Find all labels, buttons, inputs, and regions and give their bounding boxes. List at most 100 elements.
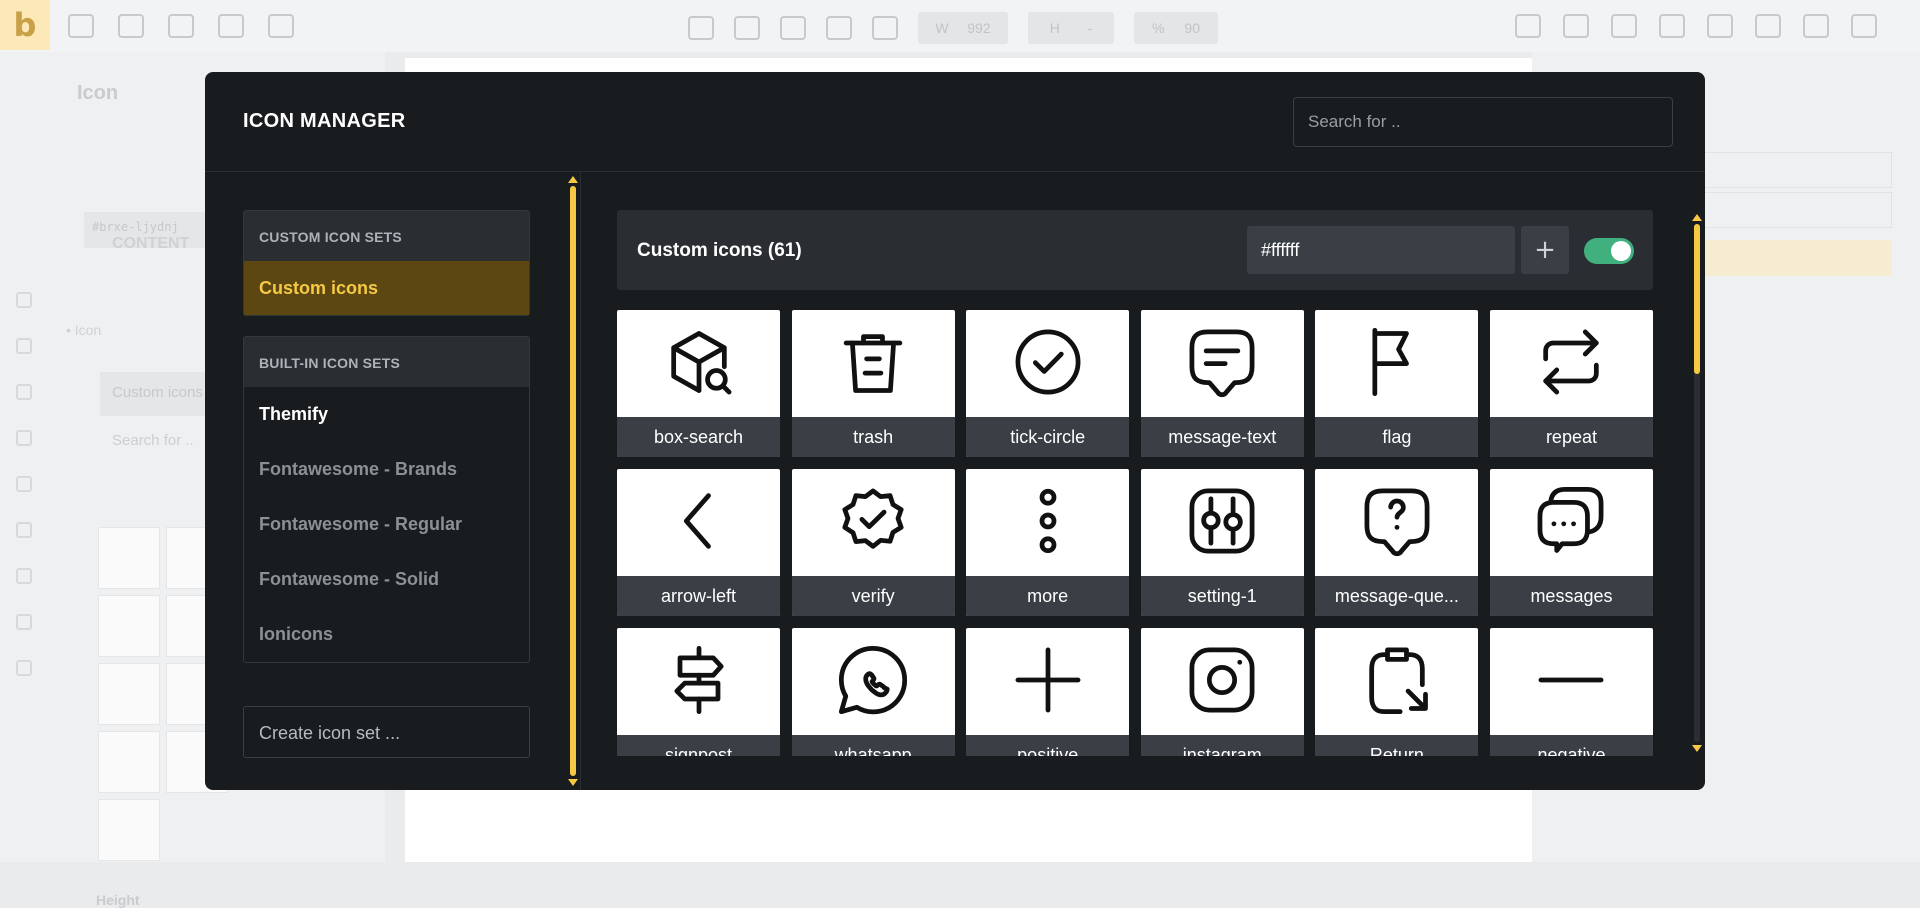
rail-icon[interactable] xyxy=(16,522,32,538)
icon-tile[interactable] xyxy=(98,731,160,793)
sidebar-scrollbar[interactable] xyxy=(568,172,578,790)
icon-tile-setting-1[interactable]: setting-1 xyxy=(1140,469,1304,616)
icon-control-label-text: Icon xyxy=(74,322,102,338)
zoom-field[interactable]: % 90 xyxy=(1134,12,1218,44)
rail-icon[interactable] xyxy=(16,384,32,400)
scroll-up-arrow[interactable] xyxy=(568,176,578,183)
icon-tile-messages[interactable]: messages xyxy=(1489,469,1653,616)
rail-icon[interactable] xyxy=(16,338,32,354)
panel-rail xyxy=(16,292,32,676)
icon-tile-arrow-left[interactable]: arrow-left xyxy=(617,469,780,616)
tablet-icon[interactable] xyxy=(826,16,852,40)
icon-grid: box-search trash tick-circle message-tex… xyxy=(617,310,1653,756)
sidebar-item-fontawesome-solid[interactable]: Fontawesome - Solid xyxy=(244,552,529,607)
app-logo[interactable]: b xyxy=(0,0,50,50)
icon-grid-scrollbar[interactable] xyxy=(1691,210,1703,756)
icon-tile-message-question[interactable]: message-que... xyxy=(1315,469,1479,616)
divider xyxy=(580,172,581,790)
height-label: H xyxy=(1049,20,1060,36)
icon-tile-whatsapp[interactable]: whatsapp xyxy=(791,628,955,756)
scrollbar-thumb[interactable] xyxy=(570,186,576,776)
icon-tile[interactable] xyxy=(98,799,160,861)
sidebar-item-ionicons[interactable]: Ionicons xyxy=(244,607,529,662)
icon-tile-positive[interactable]: positive xyxy=(966,628,1130,756)
rail-icon[interactable] xyxy=(16,568,32,584)
tablet-landscape-icon[interactable] xyxy=(780,16,806,40)
redo-icon[interactable] xyxy=(1563,14,1589,38)
history-icon[interactable] xyxy=(1611,14,1637,38)
sidebar-item-custom-icons[interactable]: Custom icons xyxy=(244,261,529,315)
add-icon[interactable] xyxy=(268,14,294,38)
scroll-down-arrow[interactable] xyxy=(1692,745,1702,752)
icon-tile-signpost[interactable]: signpost xyxy=(617,628,780,756)
box-search-icon xyxy=(670,331,731,395)
icon-tile-instagram[interactable]: instagram xyxy=(1140,628,1304,756)
rail-icon[interactable] xyxy=(16,614,32,630)
height-field[interactable]: H- xyxy=(1028,12,1114,44)
icon-label: signpost xyxy=(617,735,780,756)
save-icon[interactable] xyxy=(1851,14,1877,38)
icon-tile-message-text[interactable]: message-text xyxy=(1140,310,1304,457)
edit-icon[interactable] xyxy=(1755,14,1781,38)
wordpress-icon[interactable] xyxy=(1707,14,1733,38)
icon-search-input[interactable] xyxy=(1293,97,1673,147)
icon-tile-flag[interactable]: flag xyxy=(1315,310,1479,457)
icon-tile-return[interactable]: Return xyxy=(1315,628,1479,756)
bullet: • xyxy=(66,322,75,338)
icon-label: verify xyxy=(791,576,955,616)
custom-icon-sets-group: CUSTOM ICON SETS Custom icons xyxy=(243,210,530,316)
undo-icon[interactable] xyxy=(1515,14,1541,38)
layers-icon[interactable] xyxy=(1659,14,1685,38)
icon-tile-verify[interactable]: verify xyxy=(791,469,955,616)
sidebar-item-fontawesome-brands[interactable]: Fontawesome - Brands xyxy=(244,442,529,497)
command-icon[interactable] xyxy=(218,14,244,38)
custom-icon-sets-header: CUSTOM ICON SETS xyxy=(244,211,529,261)
width-field[interactable]: W 992 xyxy=(918,12,1008,44)
content-tab[interactable]: CONTENT xyxy=(112,235,189,253)
icon-label: tick-circle xyxy=(966,417,1130,457)
icon-color-input[interactable]: #ffffff xyxy=(1247,226,1515,274)
return-icon xyxy=(1369,647,1428,715)
icon-tile-box-search[interactable]: box-search xyxy=(617,310,780,457)
create-icon-set-input[interactable]: Create icon set ... xyxy=(243,706,530,758)
scroll-down-arrow[interactable] xyxy=(568,779,578,786)
gear-icon[interactable] xyxy=(168,14,194,38)
icon-tile-repeat[interactable]: repeat xyxy=(1489,310,1653,457)
icon-set-content: Custom icons (61) #ffffff + box-search t… xyxy=(617,210,1653,756)
preview-icon[interactable] xyxy=(1803,14,1829,38)
icon-label: message-text xyxy=(1140,417,1304,457)
icon-tile[interactable] xyxy=(98,595,160,657)
rail-icon[interactable] xyxy=(16,476,32,492)
zoom-label: % xyxy=(1151,20,1165,36)
icon-tile-more[interactable]: more xyxy=(966,469,1130,616)
icon-set-toggle[interactable] xyxy=(1584,238,1634,264)
icon-tile[interactable] xyxy=(98,663,160,725)
minus-icon xyxy=(1539,677,1604,683)
mobile-icon[interactable] xyxy=(872,16,898,40)
refresh-icon[interactable] xyxy=(688,16,714,40)
icon-tile[interactable] xyxy=(98,527,160,589)
icon-label: positive xyxy=(966,735,1130,756)
rail-icon[interactable] xyxy=(16,430,32,446)
toolbar-left-icons xyxy=(68,14,294,38)
sidebar-item-themify[interactable]: Themify xyxy=(244,387,529,442)
trash-icon xyxy=(843,334,903,393)
sidebar-item-fontawesome-regular[interactable]: Fontawesome - Regular xyxy=(244,497,529,552)
icon-label: setting-1 xyxy=(1140,576,1304,616)
scroll-up-arrow[interactable] xyxy=(1692,214,1702,221)
desktop-icon[interactable] xyxy=(734,16,760,40)
icon-tile-negative[interactable]: negative xyxy=(1489,628,1653,756)
rail-icon[interactable] xyxy=(16,292,32,308)
setting-icon xyxy=(1189,488,1255,554)
scrollbar-thumb[interactable] xyxy=(1694,224,1700,374)
icon-tile-tick-circle[interactable]: tick-circle xyxy=(966,310,1130,457)
message-question-icon xyxy=(1364,488,1430,557)
folder-icon[interactable] xyxy=(118,14,144,38)
html-icon[interactable] xyxy=(68,14,94,38)
rail-icon[interactable] xyxy=(16,660,32,676)
toggle-knob xyxy=(1611,241,1631,261)
whatsapp-icon xyxy=(839,645,908,715)
icon-tile-trash[interactable]: trash xyxy=(791,310,955,457)
icon-control-label: • Icon xyxy=(66,322,101,338)
add-icon-button[interactable]: + xyxy=(1521,226,1569,274)
